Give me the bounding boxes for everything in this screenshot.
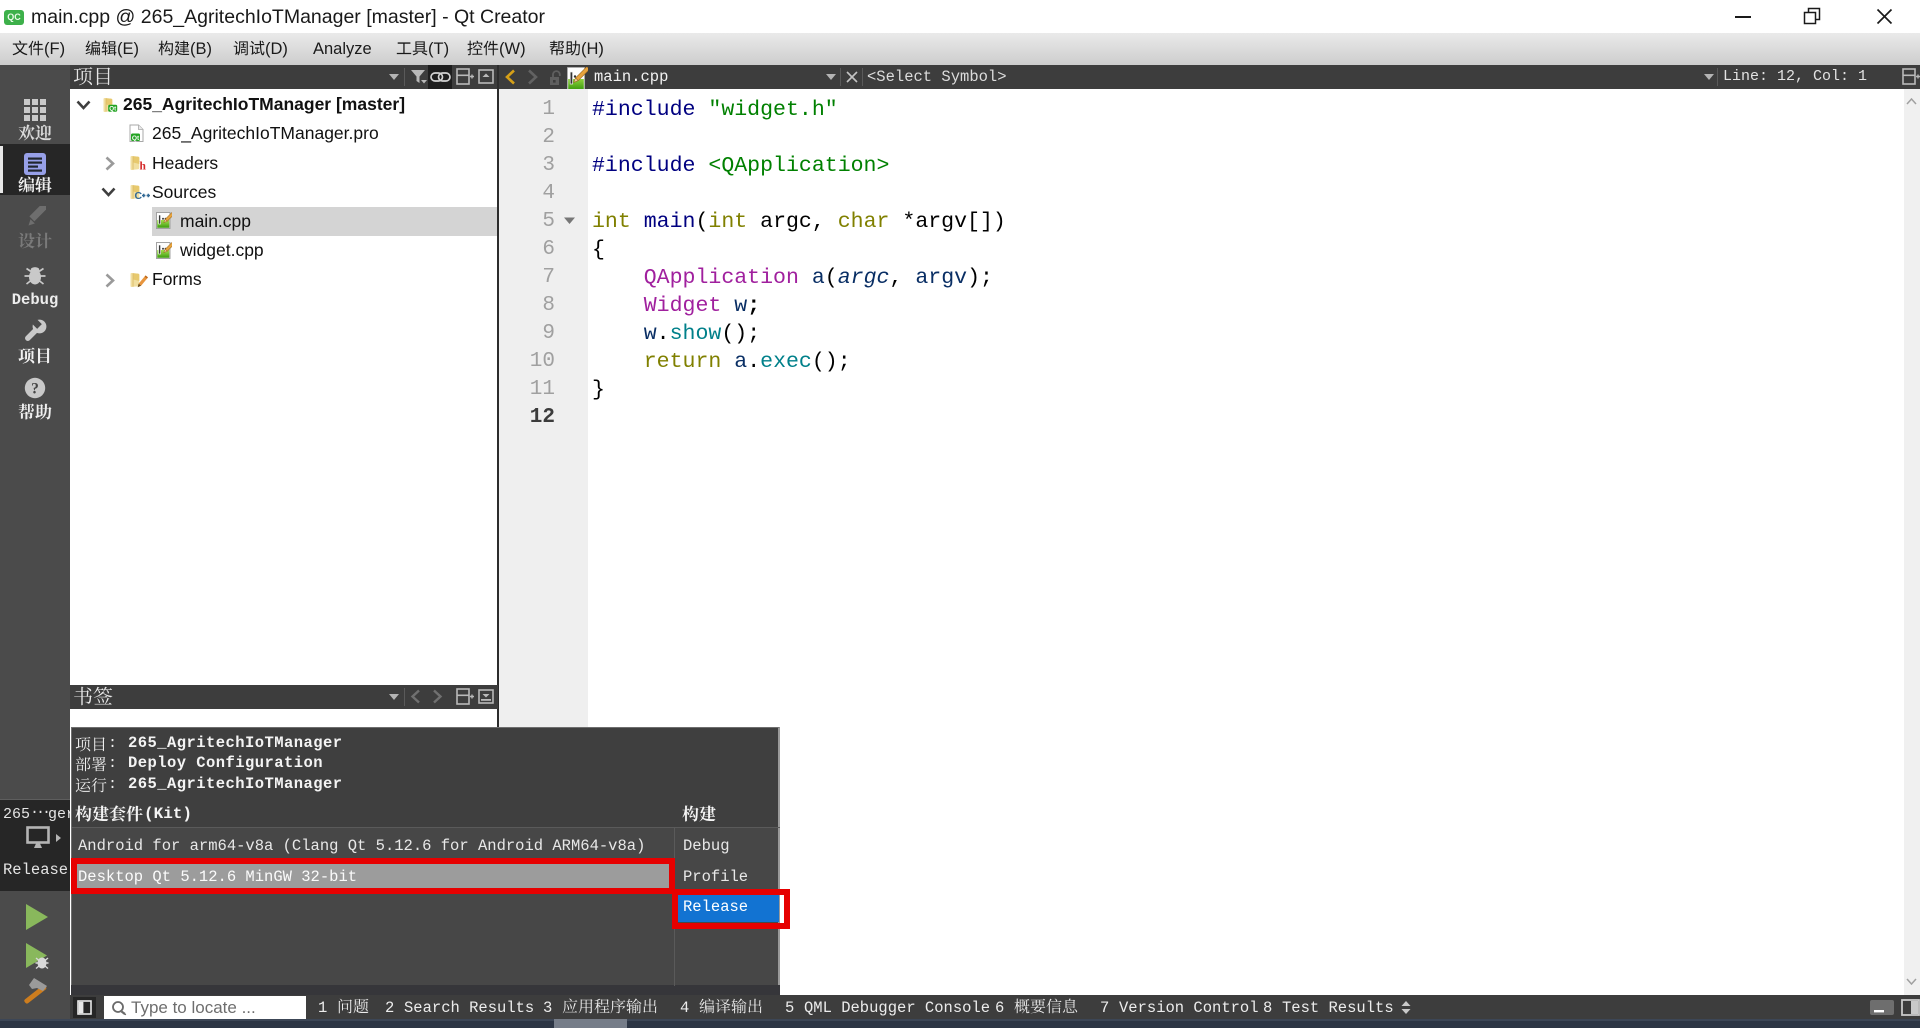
svg-text:?: ?: [31, 381, 39, 398]
svg-text:Qt: Qt: [132, 135, 140, 142]
svg-text:Qt: Qt: [109, 105, 116, 112]
svg-text:C: C: [135, 190, 143, 201]
svg-text:h: h: [140, 161, 147, 173]
